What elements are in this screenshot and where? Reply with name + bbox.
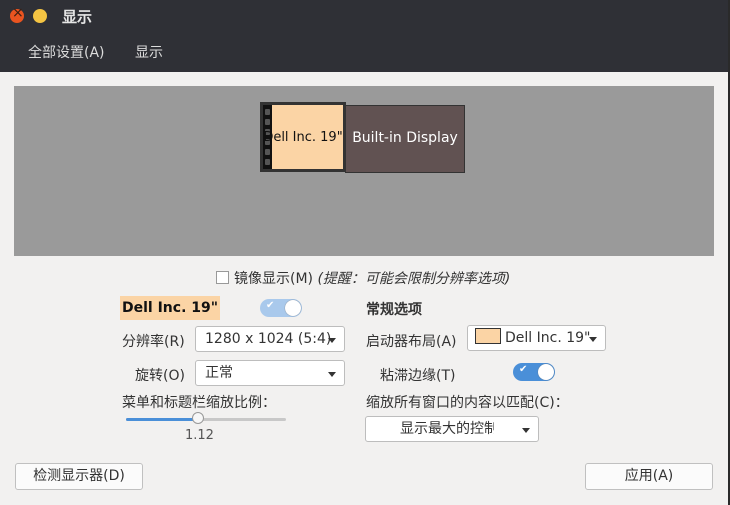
window-title: 显示: [62, 8, 93, 26]
rotation-label: 旋转(O): [135, 368, 185, 384]
rotation-dropdown[interactable]: 正常: [195, 360, 345, 386]
mirror-checkbox[interactable]: [216, 271, 229, 284]
menu-display[interactable]: 显示: [135, 42, 163, 62]
display-settings-window: 显示 全部设置(A) 显示 Dell Inc. 19" Built-in Dis…: [0, 0, 728, 505]
monitor-builtin-label: Built-in Display: [352, 130, 458, 146]
minimize-button[interactable]: [33, 9, 47, 23]
general-options-title: 常规选项: [366, 302, 422, 318]
mirror-label: 镜像显示(M): [234, 271, 314, 287]
check-icon: ✔: [519, 364, 528, 375]
selected-monitor-title: Dell Inc. 19": [120, 296, 221, 320]
chevron-down-icon: [522, 428, 530, 433]
launcher-placement-dropdown[interactable]: Dell Inc. 19": [467, 325, 606, 351]
scale-label: 菜单和标题栏缩放比例：: [122, 395, 276, 411]
chevron-down-icon: [328, 338, 336, 343]
mirror-hint: (提醒：可能会限制分辨率选项): [317, 271, 511, 287]
sticky-edges-label: 粘滞边缘(T): [380, 368, 456, 384]
close-button[interactable]: [10, 5, 24, 23]
launcher-placement-value: Dell Inc. 19": [505, 330, 591, 346]
scale-slider-handle[interactable]: [192, 412, 204, 424]
scale-slider-fill: [126, 418, 198, 421]
resolution-dropdown[interactable]: 1280 x 1024 (5:4): [195, 326, 345, 352]
scale-all-windows-value: 显示最大的控制: [400, 421, 494, 437]
scale-all-windows-label: 缩放所有窗口的内容以匹配(C)：: [366, 395, 569, 411]
launcher-placement-label: 启动器布局(A): [366, 334, 457, 350]
titlebar: 显示 全部设置(A) 显示: [0, 0, 728, 72]
menu-all-settings[interactable]: 全部设置(A): [28, 42, 105, 62]
monitor-dell[interactable]: Dell Inc. 19": [260, 102, 346, 172]
scale-all-windows-dropdown[interactable]: 显示最大的控制: [365, 416, 539, 442]
mirror-displays-option[interactable]: 镜像显示(M) (提醒：可能会限制分辨率选项): [216, 268, 510, 288]
rotation-value: 正常: [205, 365, 233, 381]
apply-button[interactable]: 应用(A): [585, 463, 713, 490]
monitor-enable-toggle[interactable]: ✔: [260, 299, 302, 317]
monitor-color-swatch: [475, 328, 501, 344]
monitor-dell-label: Dell Inc. 19": [263, 130, 343, 145]
check-icon: ✔: [266, 300, 275, 311]
monitor-builtin[interactable]: Built-in Display: [345, 105, 465, 173]
resolution-value: 1280 x 1024 (5:4): [205, 331, 332, 347]
chevron-down-icon: [589, 337, 597, 342]
scale-value: 1.12: [185, 428, 214, 443]
detect-displays-button[interactable]: 检测显示器(D): [15, 463, 143, 490]
resolution-label: 分辨率(R): [122, 334, 185, 350]
sticky-edges-toggle[interactable]: ✔: [513, 363, 555, 381]
scale-slider[interactable]: [126, 412, 286, 424]
chevron-down-icon: [328, 372, 336, 377]
